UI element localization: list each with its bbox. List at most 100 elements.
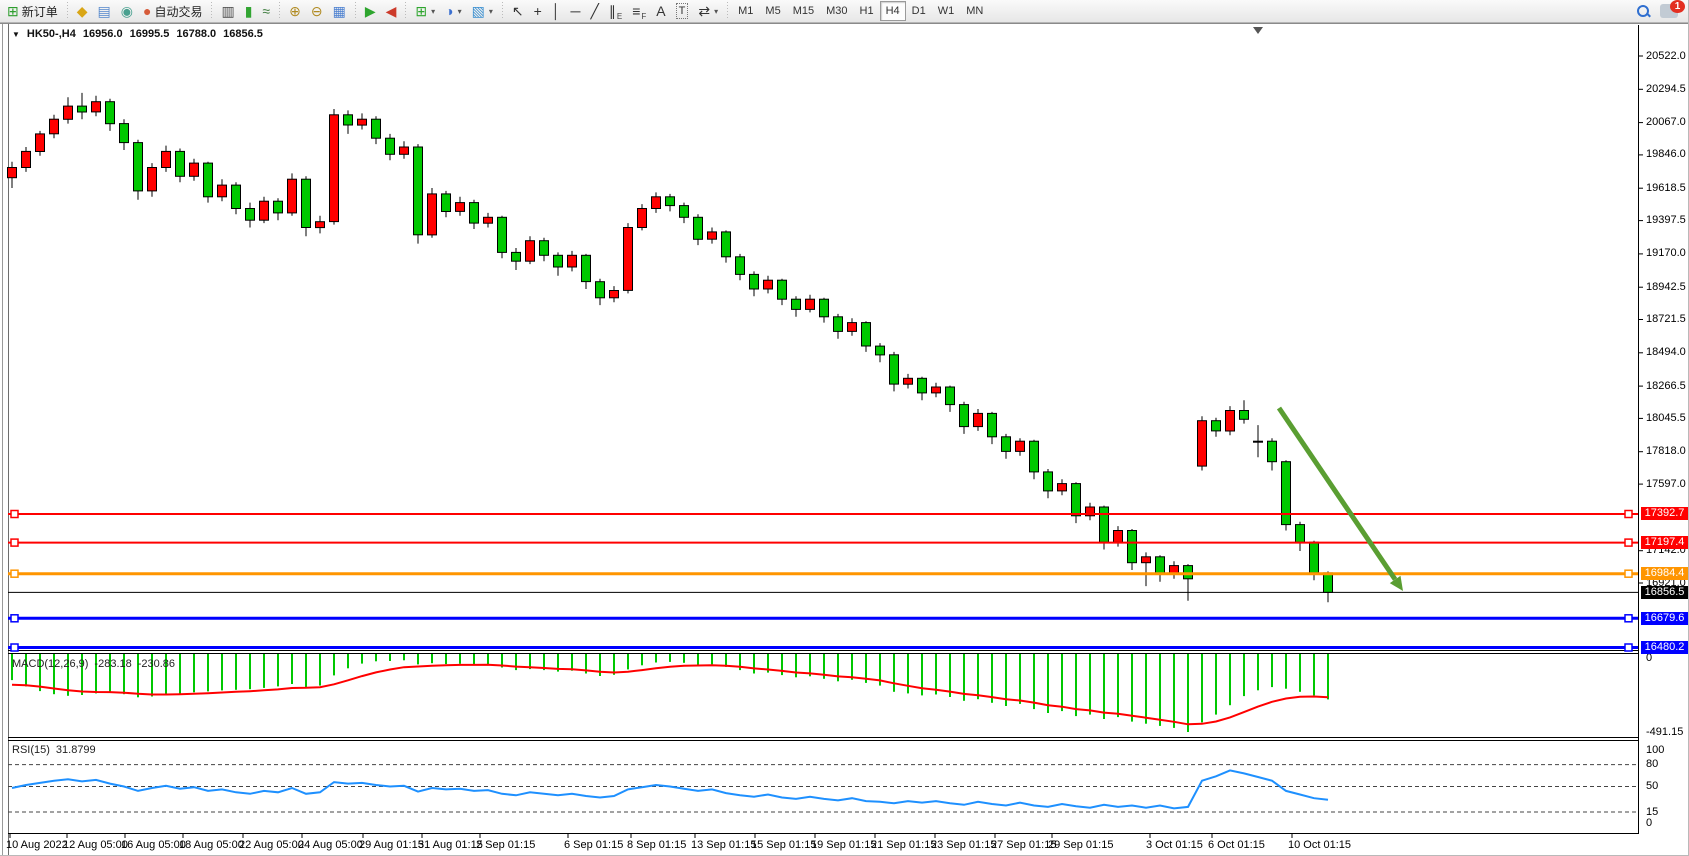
tf-button-D1[interactable]: D1	[906, 1, 932, 21]
candle-down[interactable]	[666, 197, 675, 206]
candle-down[interactable]	[778, 280, 787, 299]
candle-up[interactable]	[36, 134, 45, 152]
vline-tool[interactable]: │	[547, 0, 566, 22]
candle-down[interactable]	[302, 179, 311, 227]
candle-down[interactable]	[1156, 557, 1165, 575]
candle-down[interactable]	[834, 317, 843, 332]
candle-down[interactable]	[442, 194, 451, 212]
tf-button-MN[interactable]: MN	[960, 1, 989, 21]
candle-down[interactable]	[918, 378, 927, 393]
macd-panel-top-border[interactable]	[8, 653, 1639, 654]
new-chart-button[interactable]: ⊞▾	[410, 0, 440, 22]
candle-down[interactable]	[876, 346, 885, 355]
candle-down[interactable]	[1128, 531, 1137, 563]
candle-down[interactable]	[890, 355, 899, 384]
periods-button-dropdown-icon[interactable]: ▾	[458, 7, 462, 16]
candle-down[interactable]	[246, 209, 255, 221]
candles-mode-button[interactable]: ▮	[240, 0, 258, 22]
channel-tool[interactable]: ∥E	[604, 0, 627, 22]
candle-up[interactable]	[330, 115, 339, 222]
tf-button-H4[interactable]: H4	[880, 1, 906, 21]
new-order-button[interactable]: ⊞新订单	[2, 0, 63, 22]
candle-down[interactable]	[736, 257, 745, 275]
metaeditor-button[interactable]: ▤	[93, 0, 116, 22]
candle-up[interactable]	[92, 102, 101, 112]
candle-down[interactable]	[946, 387, 955, 405]
candle-up[interactable]	[64, 106, 73, 119]
line-handle[interactable]	[1625, 511, 1632, 518]
candle-down[interactable]	[1072, 484, 1081, 516]
trendline-tool[interactable]: ╱	[585, 0, 603, 22]
candle-down[interactable]	[960, 405, 969, 427]
search-icon[interactable]	[1636, 4, 1650, 18]
tile-windows-button[interactable]: ▦	[328, 0, 351, 22]
price-axis-border[interactable]	[1638, 25, 1639, 834]
line-handle[interactable]	[11, 570, 18, 577]
candle-down[interactable]	[1240, 411, 1249, 420]
candle-down[interactable]	[344, 115, 353, 125]
candle-up[interactable]	[288, 179, 297, 213]
rsi-panel-top-border[interactable]	[8, 740, 1639, 741]
candle-up[interactable]	[568, 255, 577, 267]
candle-up[interactable]	[316, 222, 325, 228]
hline-tool[interactable]: ─	[566, 0, 586, 22]
candle-up[interactable]	[162, 151, 171, 167]
candle-down[interactable]	[1002, 437, 1011, 452]
candle-down[interactable]	[1268, 441, 1277, 462]
autotrade-button[interactable]: ●自动交易	[138, 0, 207, 22]
periods-button[interactable]: ◑▾	[440, 0, 466, 22]
candle-down[interactable]	[232, 185, 241, 208]
candle-up[interactable]	[190, 163, 199, 176]
tf-button-W1[interactable]: W1	[932, 1, 961, 21]
chart-shift-button[interactable]: ◀	[381, 0, 402, 22]
candle-up[interactable]	[1254, 441, 1263, 442]
candle-down[interactable]	[176, 151, 185, 176]
candle-up[interactable]	[764, 280, 773, 289]
candle-down[interactable]	[582, 255, 591, 281]
candle-up[interactable]	[708, 232, 717, 239]
arrows-tool[interactable]: ⇄▾	[693, 0, 723, 22]
candle-down[interactable]	[498, 217, 507, 252]
candle-down[interactable]	[274, 201, 283, 213]
candle-up[interactable]	[456, 203, 465, 212]
candle-down[interactable]	[694, 217, 703, 239]
candle-up[interactable]	[218, 185, 227, 197]
candle-down[interactable]	[680, 206, 689, 218]
tf-button-M15[interactable]: M15	[787, 1, 820, 21]
candle-up[interactable]	[806, 299, 815, 309]
candle-down[interactable]	[554, 255, 563, 267]
candle-up[interactable]	[904, 378, 913, 384]
candle-up[interactable]	[484, 217, 493, 223]
trend-arrow-line[interactable]	[1279, 408, 1395, 579]
candle-down[interactable]	[1310, 542, 1319, 573]
candle-down[interactable]	[596, 282, 605, 298]
candle-down[interactable]	[386, 138, 395, 154]
cursor-tool[interactable]: ↖	[507, 0, 529, 22]
chart-canvas[interactable]	[0, 0, 1689, 856]
candle-up[interactable]	[1226, 411, 1235, 432]
candle-down[interactable]	[820, 299, 829, 317]
symbol-dropdown-icon[interactable]: ▼	[12, 30, 20, 39]
candle-up[interactable]	[358, 119, 367, 125]
template-button[interactable]: ▧▾	[467, 0, 498, 22]
tf-button-M5[interactable]: M5	[759, 1, 786, 21]
candle-down[interactable]	[106, 102, 115, 124]
line-handle[interactable]	[1625, 539, 1632, 546]
candle-down[interactable]	[1100, 507, 1109, 542]
crosshair-tool[interactable]: +	[529, 0, 547, 22]
line-handle[interactable]	[1625, 570, 1632, 577]
candle-down[interactable]	[1030, 441, 1039, 472]
candle-up[interactable]	[932, 387, 941, 393]
line-mode-button[interactable]: ≈	[257, 0, 275, 22]
candle-down[interactable]	[1324, 573, 1333, 593]
candle-down[interactable]	[470, 203, 479, 224]
tf-button-M1[interactable]: M1	[732, 1, 759, 21]
candle-up[interactable]	[638, 209, 647, 228]
candle-down[interactable]	[78, 106, 87, 112]
candle-up[interactable]	[1198, 421, 1207, 466]
candle-down[interactable]	[120, 124, 129, 143]
candle-down[interactable]	[792, 299, 801, 309]
candle-up[interactable]	[1016, 441, 1025, 451]
candle-up[interactable]	[974, 413, 983, 426]
candle-up[interactable]	[22, 151, 31, 167]
